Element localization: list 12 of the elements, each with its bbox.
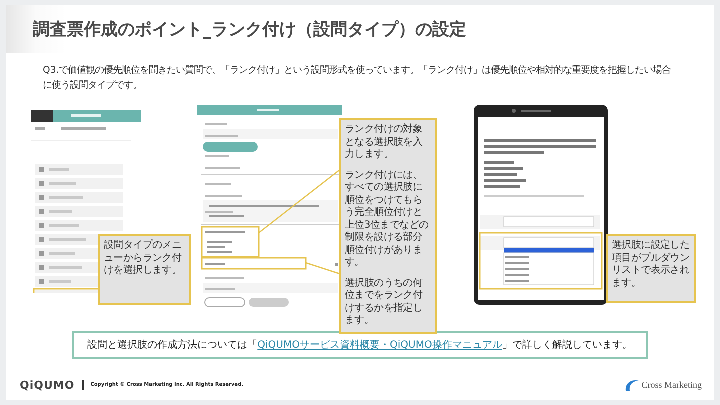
- callout-text: 設問タイプのメニューからランク付けを選択します。: [104, 240, 183, 278]
- callout-text: ランク付けの対象となる選択肢を入力します。: [345, 124, 424, 162]
- company-name: Cross Marketing: [642, 380, 702, 390]
- swirl-logo-icon: [624, 378, 640, 392]
- callout-text: 選択肢に設定した項目がプルダウンリストで表示されます。: [612, 240, 691, 290]
- callout-text: ランク付けには、すべての選択肢に順位をつけてもらう完全順位付けと上位3位までなどの制限を設ける部分順位付けがあります。: [345, 170, 430, 270]
- manual-link[interactable]: QiQUMOサービス資料概要・QiQUMO操作マニュアル: [258, 340, 502, 351]
- brand-logo: QiQUMO: [20, 378, 75, 392]
- slide-title: 調査票作成のポイント_ランク付け（設問タイプ）の設定: [33, 18, 466, 40]
- callout-text: 選択肢のうちの何位までをランク付けするかを指定します。: [345, 278, 424, 328]
- intro-paragraph: Q3.で価値観の優先順位を聞きたい質問で、「ランク付け」という設問形式を使っています。「ランク付け」は優先順位や相対的な重要度を把握したい場合に使う設問タイプです。: [43, 64, 672, 93]
- reference-note: 設問と選択肢の作成方法については「QiQUMOサービス資料概要・QiQUMO操作マニュアル」で詳しく解説しています。: [72, 331, 648, 359]
